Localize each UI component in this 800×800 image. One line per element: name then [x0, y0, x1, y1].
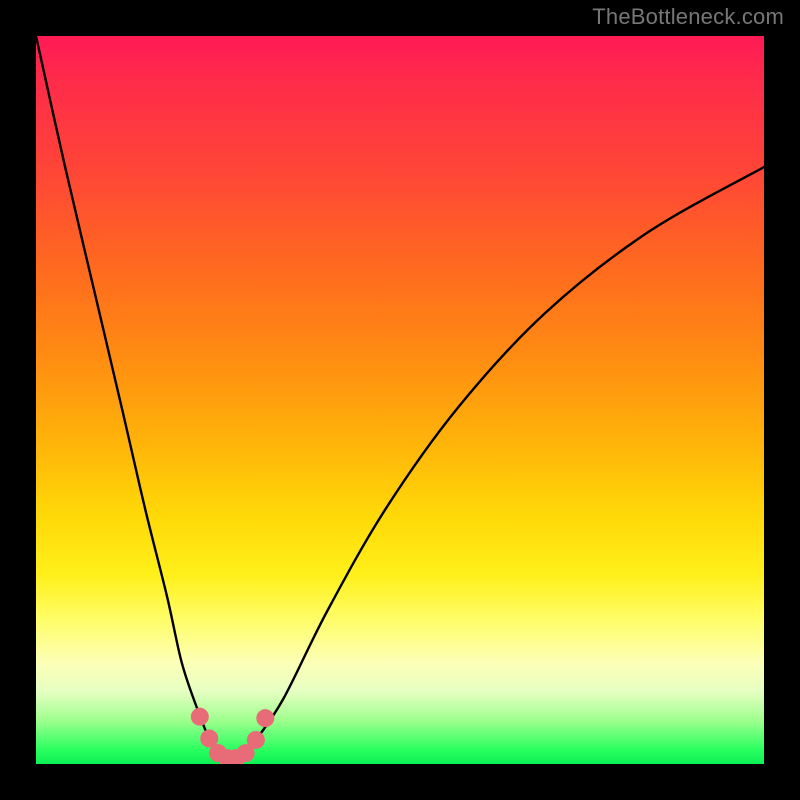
- watermark-text: TheBottleneck.com: [592, 4, 784, 30]
- trough-marker: [247, 731, 265, 749]
- bottleneck-curve: [36, 36, 764, 764]
- trough-markers: [191, 708, 275, 764]
- trough-marker: [256, 709, 274, 727]
- trough-marker: [191, 708, 209, 726]
- plot-area: [36, 36, 764, 764]
- chart-frame: TheBottleneck.com: [0, 0, 800, 800]
- chart-svg: [36, 36, 764, 764]
